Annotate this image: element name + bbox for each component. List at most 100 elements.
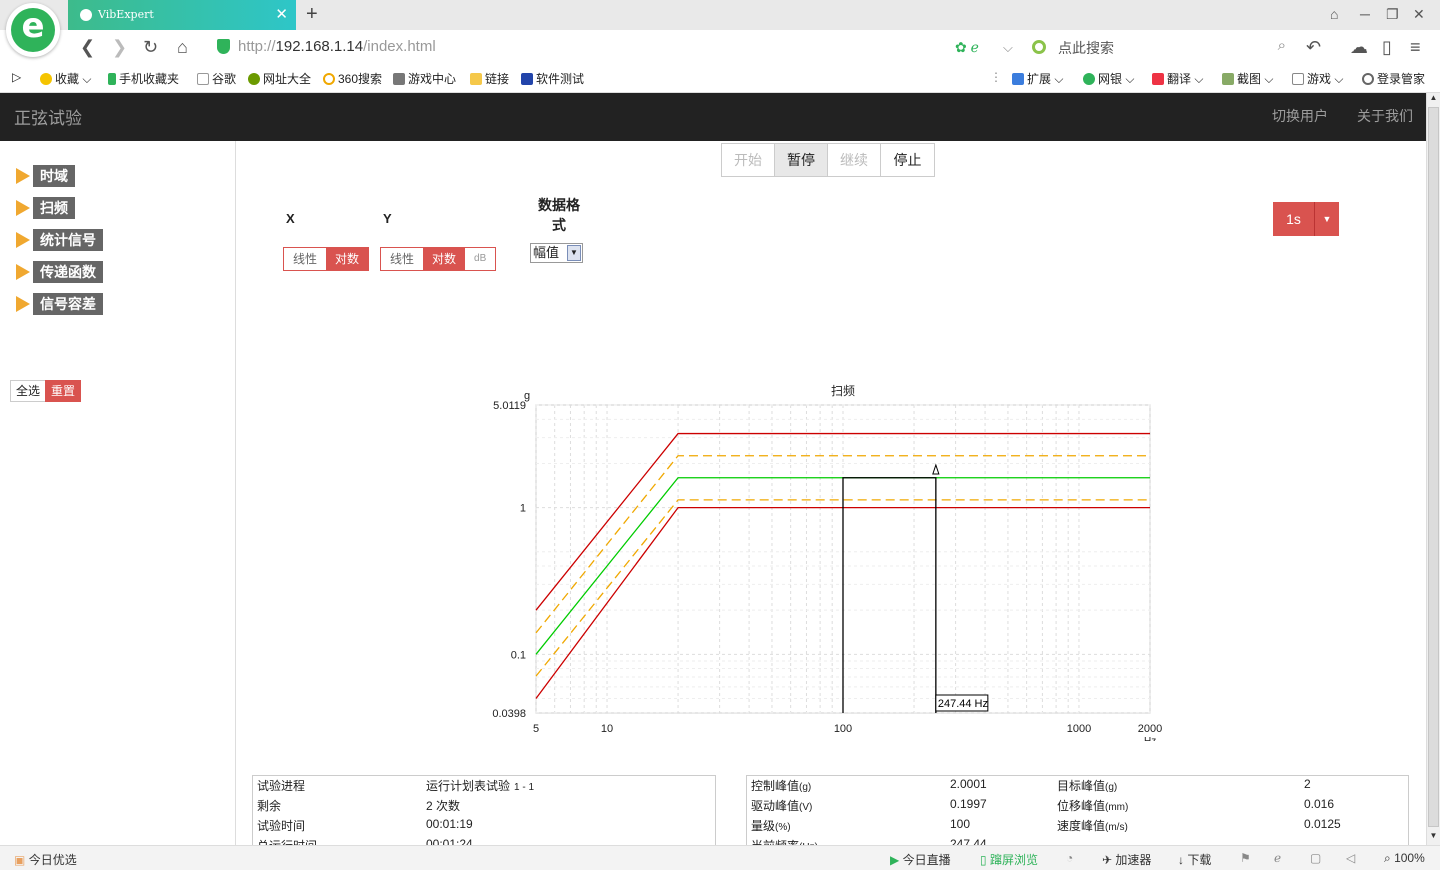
browser-tab[interactable]: VibExpert ✕ [68, 0, 296, 30]
interval-dropdown[interactable]: 1s ▼ [1273, 202, 1339, 236]
bookmark-sites[interactable]: 网址大全 [248, 70, 311, 87]
bookmark-360search[interactable]: 360搜索 [323, 70, 382, 87]
forward-icon[interactable]: ❯ [112, 37, 127, 58]
sidebar: 时域 扫频 统计信号 传递函数 信号容差 全选 重置 [0, 141, 236, 845]
x-tick-label: 10 [601, 723, 613, 735]
speed-mode-icon[interactable]: ✿ ℯ [955, 39, 979, 56]
gift-icon: ▣ [14, 853, 26, 867]
tab-close-icon[interactable]: ✕ [275, 5, 288, 23]
select-all-button[interactable]: 全选 [10, 380, 47, 402]
today-picks[interactable]: ▣ 今日优选 [14, 851, 77, 868]
cloud-icon[interactable]: ☁ [1350, 37, 1368, 58]
bookmark-google[interactable]: 谷歌 [197, 70, 236, 87]
progress-label: 试验进程 [257, 779, 306, 793]
search-icon[interactable]: ⌕ [1278, 37, 1286, 54]
x-linear-option[interactable]: 线性 [284, 248, 326, 270]
browser-logo[interactable]: e [6, 3, 60, 57]
x-tick-label: 100 [834, 723, 852, 735]
bookmark-links[interactable]: 链接 [470, 70, 509, 87]
bookmark-games[interactable]: 游戏中心 [393, 70, 456, 87]
pause-button[interactable]: 暂停 [775, 144, 828, 176]
x-axis-label: Hz [1144, 736, 1156, 741]
secure-shield-icon [217, 39, 230, 54]
y-scale-toggle: 线性 对数 dB [380, 247, 497, 271]
y-db-option[interactable]: dB [465, 248, 495, 270]
test-progress-table: 试验进程 运行计划表试验1 - 1 剩余 2 次数试验时间 00:01:19 总运行时间 0… [252, 775, 716, 845]
url-field[interactable]: http://192.168.1.14/index.html [238, 38, 436, 55]
start-button[interactable]: 开始 [722, 144, 775, 176]
bookmarks-bar: ▷ 收藏 ⌵ 手机收藏夹 谷歌 网址大全 360搜索 游戏中心 链接 软件测试 … [0, 63, 1440, 93]
search-engine-icon [1032, 40, 1046, 54]
ext-games[interactable]: 游戏 ⌵ [1292, 70, 1343, 87]
reset-button[interactable]: 重置 [45, 380, 82, 402]
ext-screenshot[interactable]: 截图 ⌵ [1222, 70, 1273, 87]
back-icon[interactable]: ❮ [80, 37, 95, 58]
menu-icon[interactable]: ≡ [1410, 37, 1421, 58]
dropdown-icon[interactable]: ⌵ [1003, 40, 1013, 56]
undo-icon[interactable]: ↶ [1306, 37, 1321, 58]
downloads[interactable]: ↓ 下载 [1178, 851, 1211, 868]
y-linear-option[interactable]: 线性 [381, 248, 423, 270]
phone-icon: ▯ [980, 853, 987, 867]
refresh-icon[interactable]: ◔ [1066, 851, 1073, 865]
mobile-icon[interactable]: ▯ [1382, 37, 1392, 58]
measure-value: 100 [950, 817, 971, 831]
measure-label: 量级(%) [751, 819, 791, 833]
expand-triangle-icon [16, 296, 30, 312]
reload-icon[interactable]: ↻ [143, 37, 158, 58]
bookmark-software-test[interactable]: 软件测试 [521, 70, 584, 87]
measure-value: 2.0001 [950, 777, 987, 791]
progress-value: 运行计划表试验 1 - 1 [426, 779, 535, 793]
x-tick-label: 5 [533, 723, 539, 735]
home-icon[interactable]: ⌂ [177, 37, 188, 58]
accelerator[interactable]: ✈ 加速器 [1102, 851, 1151, 868]
scroll-up-icon[interactable]: ▲ [1427, 93, 1440, 107]
zoom-level[interactable]: ⌕ 100% [1384, 851, 1425, 866]
x-log-option[interactable]: 对数 [326, 248, 369, 270]
interval-value[interactable]: 1s [1273, 202, 1315, 236]
cursor-label: 247.44 Hz [938, 698, 988, 710]
sound-icon[interactable]: ◁ [1346, 851, 1355, 865]
measure-value: 247.44 [950, 837, 987, 845]
split-screen[interactable]: ▯ 蹿屏浏览 [980, 851, 1038, 868]
bookmark-favorites[interactable]: 收藏 ⌵ [40, 70, 91, 87]
y-log-option[interactable]: 对数 [423, 248, 466, 270]
restore-icon[interactable]: ❐ [1386, 6, 1399, 23]
ext-translate[interactable]: 翻译 ⌵ [1152, 70, 1203, 87]
scroll-down-icon[interactable]: ▼ [1427, 831, 1440, 845]
y-tick-label: 0.0398 [492, 708, 526, 720]
sidebar-toggle-icon[interactable]: ▷ [12, 70, 21, 84]
search-input[interactable]: 点此搜索 ⌕ [1032, 36, 1290, 58]
close-window-icon[interactable]: ✕ [1413, 6, 1425, 23]
measure-label: 控制峰值(g) [751, 779, 812, 793]
progress-value: 2 次数 [426, 799, 461, 813]
resume-button[interactable]: 继续 [828, 144, 881, 176]
vertical-scrollbar[interactable]: ▲ ▼ [1426, 93, 1440, 845]
ie-icon[interactable]: ℯ [1274, 851, 1281, 865]
ext-bank[interactable]: 网银 ⌵ [1083, 70, 1134, 87]
caret-down-icon[interactable]: ▼ [1315, 202, 1339, 236]
ext-login-manager[interactable]: 登录管家 [1362, 70, 1425, 87]
app-brand[interactable]: 正弦试验 [14, 104, 82, 129]
skin-icon[interactable]: ⌂ [1330, 6, 1338, 22]
more-icon[interactable]: ⋮ [990, 70, 1002, 84]
web-app: 正弦试验 切换用户 关于我们 时域 扫频 统计信号 传递函数 信号容差 全选 重… [0, 93, 1426, 845]
progress-value: 00:01:19 [426, 817, 473, 831]
stop-button[interactable]: 停止 [881, 144, 934, 176]
bookmark-mobile[interactable]: 手机收藏夹 [108, 70, 179, 87]
switch-user-link[interactable]: 切换用户 [1272, 106, 1328, 126]
measure-value: 0.0125 [1304, 817, 1341, 831]
measure-label: 目标峰值(g) [1057, 779, 1118, 793]
measure-label: 当前频率(Hz) [751, 837, 818, 845]
minimize-icon[interactable]: ─ [1360, 6, 1370, 22]
about-us-link[interactable]: 关于我们 [1357, 106, 1413, 126]
today-live[interactable]: ▶ 今日直播 [890, 851, 951, 868]
expand-triangle-icon [16, 200, 30, 216]
x-tick-label: 1000 [1067, 723, 1091, 735]
data-format-select[interactable]: 幅值 ▼ [530, 243, 583, 263]
ext-extensions[interactable]: 扩展 ⌵ [1012, 70, 1063, 87]
scroll-thumb[interactable] [1428, 107, 1439, 827]
window-icon[interactable]: ▢ [1310, 851, 1321, 865]
flag-icon[interactable]: ⚑ [1240, 851, 1251, 865]
new-tab-icon[interactable]: + [306, 3, 318, 26]
